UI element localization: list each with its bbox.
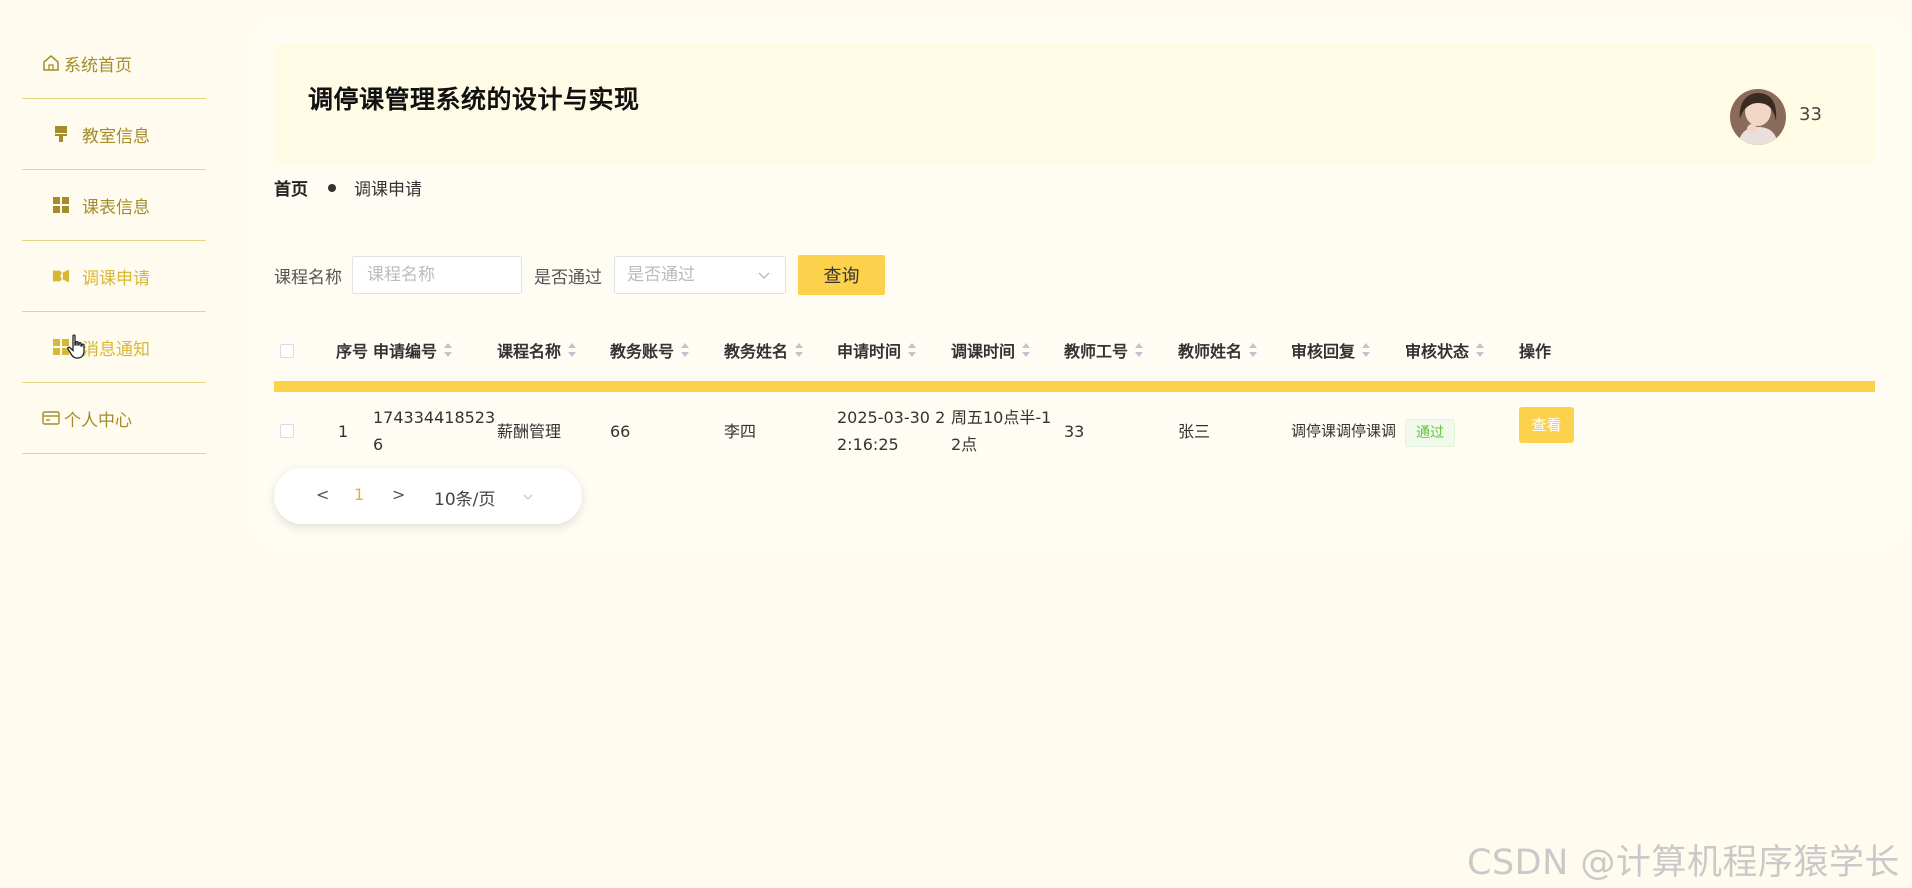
sidebar-item-label: 课表信息 (82, 197, 150, 218)
sidebar-item-label: 个人中心 (64, 410, 132, 431)
card-icon (42, 409, 60, 427)
cell-account: 66 (610, 422, 631, 441)
pass-status-select[interactable]: 是否通过 (614, 256, 786, 294)
cell-index: 1 (338, 422, 349, 441)
cell-teacher-name: 张三 (1178, 422, 1211, 441)
breadcrumb-current: 调课申请 (354, 180, 422, 200)
pass-status-label: 是否通过 (534, 267, 602, 288)
page-title: 调停课管理系统的设计与实现 (308, 85, 640, 114)
sidebar-item-adjust-apply[interactable]: 调课申请 (22, 241, 206, 312)
sort-icon[interactable] (1362, 343, 1371, 357)
sort-icon[interactable] (1476, 343, 1485, 357)
username[interactable]: 33 (1799, 104, 1822, 125)
sidebar-item-notifications[interactable]: 消息通知 (22, 312, 206, 383)
cell-reply: 调停课调停课调 (1291, 422, 1397, 440)
sidebar: 系统首页 教室信息 课表信息 调课申请 消息通知 个人中心 (22, 28, 206, 454)
breadcrumb: 首页 调课申请 (274, 175, 422, 200)
sort-icon[interactable] (1135, 343, 1144, 357)
sort-icon[interactable] (444, 343, 453, 357)
data-table: 序号 申请编号 课程名称 教务账号 教务姓名 申请时间 调课时间 教师工号 教师… (274, 321, 1875, 472)
table-header: 序号 申请编号 课程名称 教务账号 教务姓名 申请时间 调课时间 教师工号 教师… (274, 321, 1875, 381)
hand-cursor-icon (67, 334, 85, 359)
cell-course: 薪酬管理 (497, 422, 562, 441)
sort-icon[interactable] (1249, 343, 1258, 357)
column-header[interactable]: 申请时间 (837, 338, 917, 362)
sort-icon[interactable] (795, 343, 804, 357)
pass-status-placeholder: 是否通过 (627, 265, 695, 285)
course-name-input[interactable]: 课程名称 (352, 256, 522, 294)
column-header[interactable]: 审核回复 (1291, 338, 1371, 362)
sidebar-item-profile[interactable]: 个人中心 (22, 383, 206, 454)
query-button[interactable]: 查询 (798, 255, 885, 295)
sidebar-item-label: 调课申请 (82, 268, 150, 289)
table-row: 1 174334418523 6 薪酬管理 66 李四 2025-03-30 22… (274, 392, 1875, 472)
watermark: CSDN @计算机程序猿学长 (1467, 843, 1900, 883)
home-icon (42, 54, 60, 72)
cell-teacher-no: 33 (1064, 422, 1085, 441)
grid-icon (52, 196, 70, 214)
column-header[interactable]: 课程名称 (497, 338, 577, 362)
page-size-select[interactable]: 10条/页 (434, 485, 495, 510)
course-name-label: 课程名称 (274, 267, 342, 288)
cell-apply-no: 174334418523 6 (373, 408, 496, 454)
search-bar: 课程名称 课程名称 是否通过 是否通过 查询 (274, 255, 885, 295)
column-header: 操作 (1519, 342, 1552, 361)
sort-icon[interactable] (908, 343, 917, 357)
status-badge: 通过 (1405, 419, 1455, 447)
breadcrumb-home[interactable]: 首页 (274, 175, 308, 200)
chevron-down-icon[interactable] (522, 491, 534, 503)
column-header: 序号 (336, 342, 369, 361)
sidebar-item-classroom[interactable]: 教室信息 (22, 99, 206, 170)
row-checkbox[interactable] (280, 424, 294, 438)
column-header[interactable]: 教师姓名 (1178, 338, 1258, 362)
header: 调停课管理系统的设计与实现 33 (274, 44, 1875, 165)
chevron-down-icon (758, 272, 770, 279)
prev-page-button[interactable]: < (316, 485, 329, 504)
select-all-checkbox[interactable] (280, 344, 294, 358)
cell-admin-name: 李四 (724, 422, 757, 441)
header-divider (274, 381, 1875, 392)
sidebar-item-schedule[interactable]: 课表信息 (22, 170, 206, 241)
brush-icon (52, 125, 70, 143)
breadcrumb-separator-icon (328, 183, 336, 192)
page-number[interactable]: 1 (354, 485, 364, 504)
view-button[interactable]: 查看 (1519, 407, 1574, 443)
sidebar-item-label: 教室信息 (82, 126, 150, 147)
cell-adjust-time: 周五10点半-1 2点 (951, 408, 1052, 454)
main-panel: 调停课管理系统的设计与实现 33 首页 调课申请 课程名称 课程名称 是否通过 … (251, 21, 1909, 547)
sort-icon[interactable] (681, 343, 690, 357)
sidebar-item-label: 系统首页 (64, 55, 132, 76)
column-header[interactable]: 调课时间 (951, 338, 1031, 362)
column-header[interactable]: 申请编号 (373, 338, 453, 362)
next-page-button[interactable]: > (392, 485, 405, 504)
column-header[interactable]: 审核状态 (1405, 338, 1485, 362)
ticket-icon (52, 267, 70, 285)
sidebar-item-label: 消息通知 (82, 339, 150, 360)
column-header[interactable]: 教务姓名 (724, 338, 804, 362)
column-header[interactable]: 教务账号 (610, 338, 690, 362)
sort-icon[interactable] (1022, 343, 1031, 357)
cell-apply-time: 2025-03-30 2 2:16:25 (837, 408, 946, 454)
sidebar-item-home[interactable]: 系统首页 (22, 28, 206, 99)
column-header[interactable]: 教师工号 (1064, 338, 1144, 362)
sort-icon[interactable] (568, 343, 577, 357)
avatar[interactable] (1730, 89, 1786, 145)
pagination: < 1 > 10条/页 (274, 468, 582, 524)
